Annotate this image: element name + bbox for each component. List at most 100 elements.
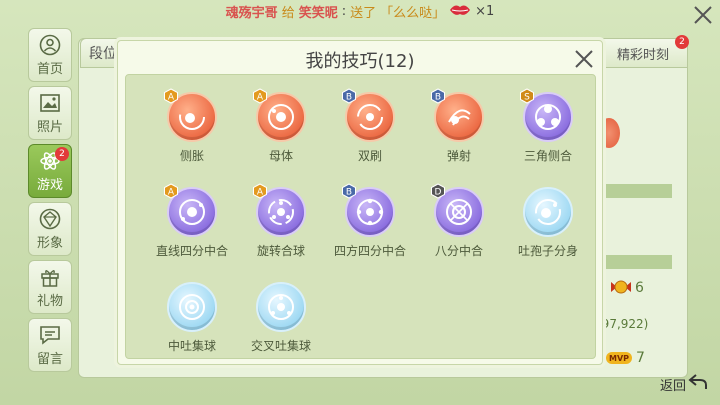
skill-item[interactable]: A 旋转合球 <box>236 183 326 259</box>
skill-symbol-icon <box>535 199 561 225</box>
banner-sender: 魂殇宇哥 <box>225 5 278 21</box>
svg-text:A: A <box>257 93 264 103</box>
skill-item[interactable]: B 弹射 <box>414 88 504 164</box>
skills-modal: 我的技巧(12) A 侧胀 A 母体 B 双刷 B 弹射 S 三角侧合 A 直线… <box>117 40 603 365</box>
skill-symbol-icon <box>448 109 471 126</box>
sidebar-item-gifts[interactable]: 礼物 <box>28 260 72 314</box>
skill-name: 直线四分中合 <box>155 244 228 258</box>
skill-symbol-icon <box>357 104 383 130</box>
sidebar-item-label: 首页 <box>36 61 63 77</box>
tab-highlights-label: 精彩时刻 <box>616 47 669 63</box>
skill-item[interactable]: S 三角侧合 <box>503 88 593 164</box>
gift-banner: 魂殇宇哥 给 笑笑昵 : 送了 「么么哒」 ×1 <box>190 0 530 22</box>
banner-count: ×1 <box>475 3 495 19</box>
skill-symbol-icon <box>535 104 561 130</box>
skill-item[interactable]: B 双刷 <box>325 88 415 164</box>
skill-orb <box>167 282 217 332</box>
svg-text:B: B <box>346 188 352 198</box>
tab-highlights[interactable]: 精彩时刻 2 <box>598 35 689 68</box>
skill-orb: B <box>342 88 395 142</box>
back-button[interactable]: 返回 <box>660 373 708 395</box>
close-icon[interactable] <box>692 4 714 26</box>
skill-item[interactable]: A 母体 <box>236 88 326 164</box>
banner-gift-name: 「么么哒」 <box>380 5 446 21</box>
skill-orb <box>256 282 306 332</box>
sidebar-item-home[interactable]: 首页 <box>28 28 72 82</box>
lips-icon <box>449 3 471 20</box>
skill-name: 中吐集球 <box>167 339 216 353</box>
medal-icon <box>609 279 633 299</box>
skill-name: 母体 <box>268 149 293 163</box>
skill-symbol-icon <box>268 294 294 320</box>
sidebar-item-photos[interactable]: 照片 <box>28 86 72 140</box>
user-circle-icon <box>39 34 61 56</box>
skill-orb: D <box>431 183 484 237</box>
skill-item[interactable]: 吐孢子分身 <box>503 187 593 259</box>
skill-orb: A <box>253 183 306 237</box>
skill-orb: A <box>253 88 306 142</box>
sidebar-item-label: 游戏 <box>36 177 63 193</box>
skill-symbol-icon <box>179 199 205 225</box>
skill-item[interactable]: A 侧胀 <box>147 88 237 164</box>
skill-item[interactable]: A 直线四分中合 <box>147 183 237 259</box>
svg-text:D: D <box>435 188 442 198</box>
skill-symbol-icon <box>268 199 294 225</box>
skill-symbol-icon <box>179 294 205 320</box>
svg-text:S: S <box>524 93 530 103</box>
notification-badge: 2 <box>675 35 689 49</box>
svg-text:A: A <box>168 93 175 103</box>
mvp-count: 7 <box>636 350 645 366</box>
skill-orb: A <box>164 183 217 237</box>
notification-badge: 2 <box>55 147 69 161</box>
skill-orb <box>523 187 573 237</box>
banner-verb: 给 <box>281 5 295 21</box>
sidebar-item-label: 照片 <box>36 119 63 135</box>
skill-orb: B <box>342 183 395 237</box>
sidebar-item-messages[interactable]: 留言 <box>28 318 72 372</box>
gift-icon <box>39 266 61 288</box>
skill-symbol-icon <box>179 104 205 130</box>
skill-orb: A <box>164 88 217 142</box>
skill-symbol-icon <box>268 104 294 130</box>
sidebar-item-label: 留言 <box>36 351 63 367</box>
skill-name: 八分中合 <box>434 244 483 258</box>
skill-item[interactable]: 中吐集球 <box>147 282 237 354</box>
svg-text:A: A <box>257 188 264 198</box>
stat-value: (97,922) <box>597 317 649 331</box>
back-arrow-icon <box>688 373 708 395</box>
skill-item[interactable]: D 八分中合 <box>414 183 504 259</box>
divider <box>596 184 672 198</box>
mvp-badge: MVP <box>606 352 632 364</box>
skill-orb: B <box>431 88 484 142</box>
modal-title: 我的技巧(12) <box>305 51 415 72</box>
svg-text:B: B <box>435 93 441 103</box>
back-label: 返回 <box>659 378 686 394</box>
message-icon <box>39 324 61 346</box>
banner-action: 送了 <box>350 5 377 21</box>
skill-orb: S <box>520 88 573 142</box>
skill-name: 三角侧合 <box>523 149 572 163</box>
sidebar-item-label: 形象 <box>36 235 63 251</box>
sidebar-item-games[interactable]: 2 游戏 <box>28 144 72 198</box>
photo-icon <box>39 92 61 114</box>
skill-symbol-icon <box>356 198 384 226</box>
banner-colon: : <box>341 3 347 19</box>
skill-name: 吐孢子分身 <box>517 244 578 258</box>
close-icon[interactable] <box>572 47 596 71</box>
skill-name: 双刷 <box>357 149 382 163</box>
skills-grid: A 侧胀 A 母体 B 双刷 B 弹射 S 三角侧合 A 直线四分中合 A 旋转… <box>125 74 596 359</box>
skill-name: 旋转合球 <box>256 244 305 258</box>
skill-item[interactable]: B 四方四分中合 <box>325 183 415 259</box>
svg-text:B: B <box>346 93 352 103</box>
svg-text:A: A <box>168 188 175 198</box>
skill-name: 交叉吐集球 <box>250 339 311 353</box>
stat-value: 6 <box>635 280 644 296</box>
gem-icon <box>39 208 61 230</box>
banner-receiver: 笑笑昵 <box>298 5 338 21</box>
skill-name: 侧胀 <box>179 149 204 163</box>
sidebar-item-appearance[interactable]: 形象 <box>28 202 72 256</box>
sidebar: 首页 照片 2 游戏 形象 礼物 留言 <box>28 28 72 376</box>
divider <box>596 255 672 269</box>
skill-item[interactable]: 交叉吐集球 <box>236 282 326 354</box>
skill-name: 四方四分中合 <box>333 244 406 258</box>
